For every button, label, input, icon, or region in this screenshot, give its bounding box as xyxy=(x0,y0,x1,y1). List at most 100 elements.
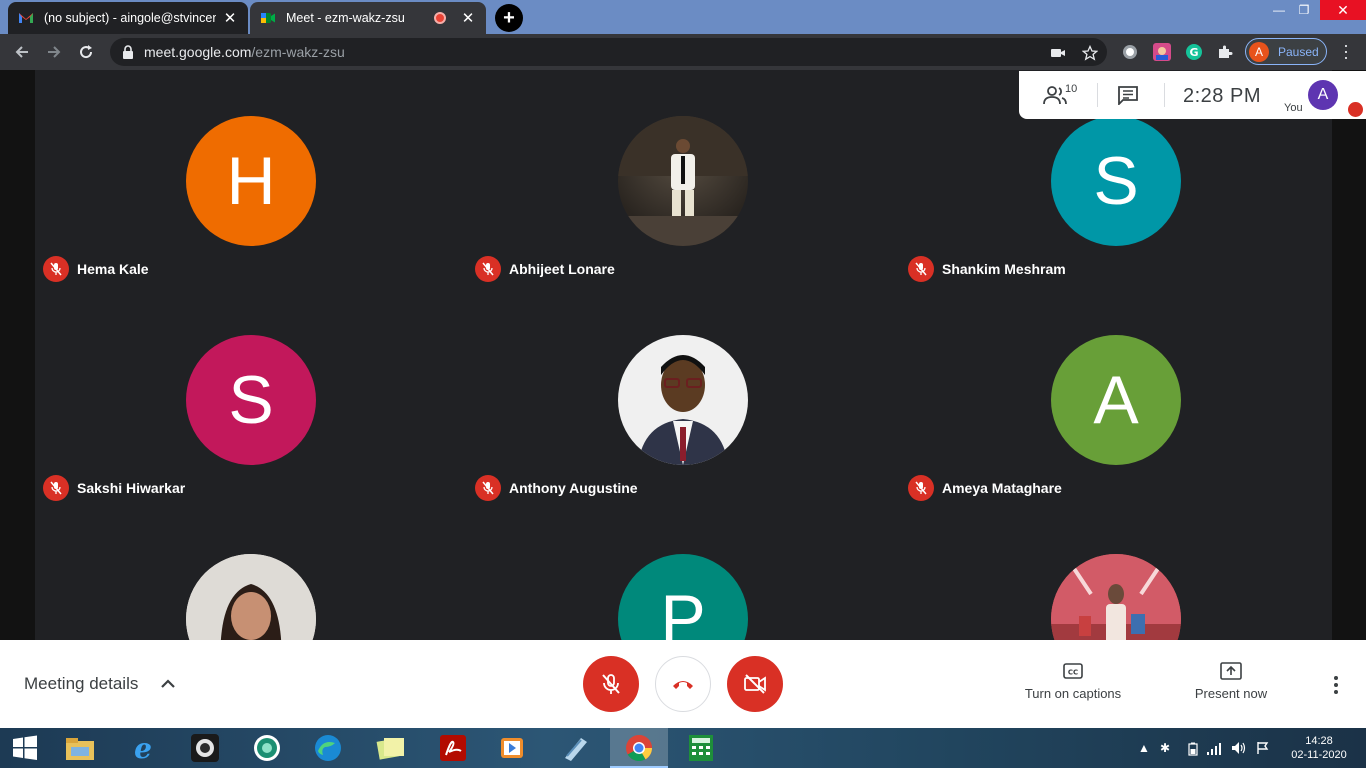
person-photo-icon xyxy=(1051,554,1181,640)
url-path: /ezm-wakz-zsu xyxy=(251,44,345,60)
participant-tile[interactable]: A Ameya Mataghare xyxy=(900,289,1332,508)
acrobat-reader-icon[interactable] xyxy=(438,733,468,763)
volume-icon[interactable] xyxy=(1231,741,1247,755)
present-now-button[interactable]: Present now xyxy=(1190,662,1272,701)
stage-right-edge xyxy=(1332,70,1366,640)
participant-avatar: S xyxy=(186,335,316,465)
closed-captions-icon: CC xyxy=(1063,663,1083,679)
mic-off-icon xyxy=(43,256,69,282)
participant-tile[interactable]: H Hema Kale xyxy=(35,70,467,289)
tab-meet[interactable]: Meet - ezm-wakz-zsu ✕ xyxy=(250,2,486,34)
participant-tile[interactable]: Abhijeet Lonare xyxy=(467,70,899,289)
mic-toggle-button[interactable] xyxy=(583,656,639,712)
self-mic-off-icon xyxy=(1348,102,1363,117)
profile-status: Paused xyxy=(1278,44,1319,59)
participant-avatar: P xyxy=(618,554,748,640)
person-photo-icon xyxy=(186,554,316,640)
new-tab-button[interactable]: + xyxy=(495,4,523,32)
arrow-left-icon xyxy=(15,46,28,58)
close-tab-icon[interactable]: ✕ xyxy=(460,10,476,27)
camera-in-use-icon[interactable] xyxy=(1050,45,1066,61)
internet-explorer-icon[interactable]: e xyxy=(128,733,158,763)
participant-photo xyxy=(1051,554,1181,640)
lock-icon xyxy=(123,45,133,59)
more-options-icon[interactable] xyxy=(1329,675,1343,695)
captions-button[interactable]: CC Turn on captions xyxy=(1021,662,1125,701)
mic-off-icon xyxy=(43,475,69,501)
minimize-window-button[interactable]: — xyxy=(1265,0,1293,20)
arrow-right-icon xyxy=(48,46,61,58)
divider xyxy=(1097,83,1098,107)
participant-tile[interactable]: P xyxy=(467,508,899,640)
chevron-up-icon[interactable] xyxy=(160,676,176,692)
recording-icon xyxy=(434,12,446,24)
tab-title: (no subject) - aingole@stvincentngp xyxy=(44,11,216,25)
participant-avatar: H xyxy=(186,116,316,246)
reload-button[interactable] xyxy=(74,40,98,64)
meeting-details-label[interactable]: Meeting details xyxy=(24,674,138,694)
camera-off-icon xyxy=(744,674,766,694)
sticky-notes-icon[interactable] xyxy=(376,733,406,763)
grammarly-icon[interactable]: G xyxy=(1185,43,1203,61)
back-button[interactable] xyxy=(10,40,34,64)
record-extension-icon[interactable] xyxy=(1121,43,1139,61)
participant-name: Shankim Meshram xyxy=(942,261,1066,277)
windows-taskbar: e ▲ ✱ 14:28 02-11-2020 xyxy=(0,728,1366,768)
captions-label: Turn on captions xyxy=(1024,686,1122,701)
mic-off-icon xyxy=(475,475,501,501)
address-bar[interactable]: meet.google.com/ezm-wakz-zsu xyxy=(110,38,1107,66)
forward-button[interactable] xyxy=(42,40,66,64)
leave-call-button[interactable] xyxy=(655,656,711,712)
system-clock[interactable]: 14:28 02-11-2020 xyxy=(1286,734,1352,762)
close-window-button[interactable]: ✕ xyxy=(1320,0,1366,20)
close-tab-icon[interactable]: ✕ xyxy=(222,10,238,27)
tab-title: Meet - ezm-wakz-zsu xyxy=(286,11,405,25)
mic-off-icon xyxy=(908,256,934,282)
participant-photo xyxy=(186,554,316,640)
svg-text:e: e xyxy=(134,733,152,763)
mic-off-icon xyxy=(908,475,934,501)
chat-icon[interactable] xyxy=(1117,85,1139,105)
participant-tile[interactable]: S Sakshi Hiwarkar xyxy=(35,289,467,508)
svg-text:CC: CC xyxy=(1068,669,1078,677)
present-now-label: Present now xyxy=(1194,686,1268,701)
restore-window-button[interactable]: ❐ xyxy=(1290,0,1318,20)
media-player-icon[interactable] xyxy=(498,733,528,763)
extensions-puzzle-icon[interactable] xyxy=(1216,43,1234,61)
meeting-time: 2:28 PM xyxy=(1183,85,1261,107)
mic-off-icon xyxy=(602,674,620,694)
file-explorer-icon[interactable] xyxy=(65,733,95,763)
show-hidden-icons[interactable]: ▲ xyxy=(1138,741,1150,755)
participant-tile[interactable]: Anthony Augustine xyxy=(467,289,899,508)
chrome-icon[interactable] xyxy=(624,733,654,763)
tab-gmail[interactable]: (no subject) - aingole@stvincentngp ✕ xyxy=(8,2,248,34)
browser-toolbar: meet.google.com/ezm-wakz-zsu G A Paused … xyxy=(0,34,1366,70)
action-center-flag-icon[interactable] xyxy=(1256,741,1270,755)
avatar-extension-icon[interactable] xyxy=(1153,43,1171,61)
url-host: meet.google.com xyxy=(144,44,252,60)
participant-avatar: A xyxy=(1051,335,1181,465)
chrome-menu-icon[interactable]: · · · xyxy=(1340,36,1352,66)
bookmark-star-icon[interactable] xyxy=(1082,45,1098,61)
meeting-controls-bar: Meeting details CC Turn on captions Pres… xyxy=(0,640,1366,728)
people-icon[interactable] xyxy=(1043,85,1067,105)
stage-left-edge xyxy=(0,70,35,640)
webcam-app-icon[interactable] xyxy=(190,733,220,763)
edge-browser-icon[interactable] xyxy=(313,733,343,763)
participant-tile[interactable] xyxy=(900,508,1332,640)
windows-start-icon[interactable] xyxy=(10,733,40,763)
participant-tile[interactable] xyxy=(35,508,467,640)
calculator-icon[interactable] xyxy=(686,733,716,763)
participant-name: Sakshi Hiwarkar xyxy=(77,480,186,496)
signal-icon[interactable] xyxy=(1206,742,1222,755)
battery-icon[interactable] xyxy=(1188,742,1198,756)
camtasia-icon[interactable] xyxy=(252,733,282,763)
self-avatar[interactable]: A xyxy=(1308,80,1338,110)
tray-app-icon[interactable]: ✱ xyxy=(1160,741,1170,755)
meet-icon xyxy=(261,13,275,23)
participant-name: Abhijeet Lonare xyxy=(509,261,615,277)
snipping-tool-icon[interactable] xyxy=(560,733,590,763)
profile-button[interactable]: A Paused xyxy=(1245,38,1327,65)
meeting-info-panel: 10 2:28 PM You A xyxy=(1019,71,1366,119)
camera-toggle-button[interactable] xyxy=(727,656,783,712)
